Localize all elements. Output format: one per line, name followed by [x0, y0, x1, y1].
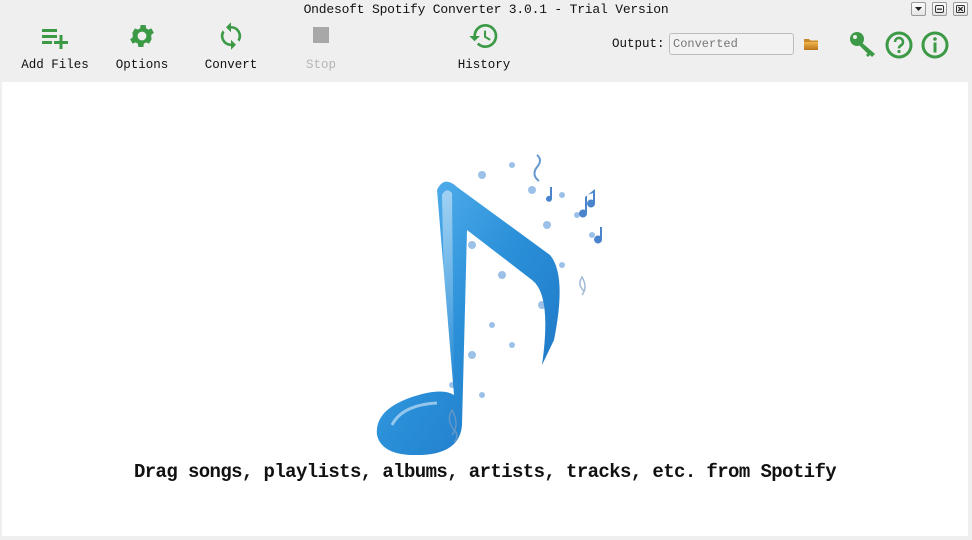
music-note-illustration: [362, 135, 632, 456]
stop-button[interactable]: Stop: [281, 20, 361, 80]
refresh-icon: [215, 20, 247, 52]
add-files-label: Add Files: [21, 58, 89, 72]
help-button[interactable]: [884, 30, 914, 60]
blue-music-note-icon: [376, 154, 603, 456]
close-icon: [956, 5, 965, 13]
options-label: Options: [115, 58, 169, 72]
window-controls: [911, 2, 968, 16]
output-label: Output:: [612, 37, 665, 51]
drop-area[interactable]: Drag songs, playlists, albums, artists, …: [2, 82, 968, 536]
register-button[interactable]: [848, 30, 878, 60]
folder-icon: [804, 39, 818, 50]
history-button[interactable]: History: [444, 20, 524, 80]
history-label: History: [457, 58, 511, 72]
help-circle-icon: [885, 31, 913, 59]
drop-hint-text: Drag songs, playlists, albums, artists, …: [133, 461, 837, 483]
add-files-button[interactable]: Add Files: [15, 20, 95, 80]
options-button[interactable]: Options: [102, 20, 182, 80]
output-folder-input[interactable]: [669, 33, 794, 55]
convert-button[interactable]: Convert: [191, 20, 271, 80]
history-icon: [468, 20, 500, 52]
title-bar: Ondesoft Spotify Converter 3.0.1 - Trial…: [0, 0, 972, 20]
about-button[interactable]: [920, 30, 950, 60]
stop-label: Stop: [305, 58, 336, 72]
minimize-button[interactable]: [932, 2, 947, 16]
info-circle-icon: [921, 31, 949, 59]
close-button[interactable]: [953, 2, 968, 16]
stop-square-icon: [305, 20, 337, 52]
toolbar: Add Files Options Convert Stop History: [0, 20, 972, 82]
window-title: Ondesoft Spotify Converter 3.0.1 - Trial…: [303, 2, 669, 17]
triangle-down-icon: [915, 7, 922, 11]
playlist-add-icon: [39, 20, 71, 52]
gear-icon: [126, 20, 158, 52]
right-icon-group: [848, 30, 950, 60]
browse-folder-button[interactable]: [803, 36, 819, 52]
convert-label: Convert: [204, 58, 258, 72]
menu-dropdown-button[interactable]: [911, 2, 926, 16]
key-icon: [850, 32, 875, 57]
minimize-icon: [935, 5, 944, 13]
